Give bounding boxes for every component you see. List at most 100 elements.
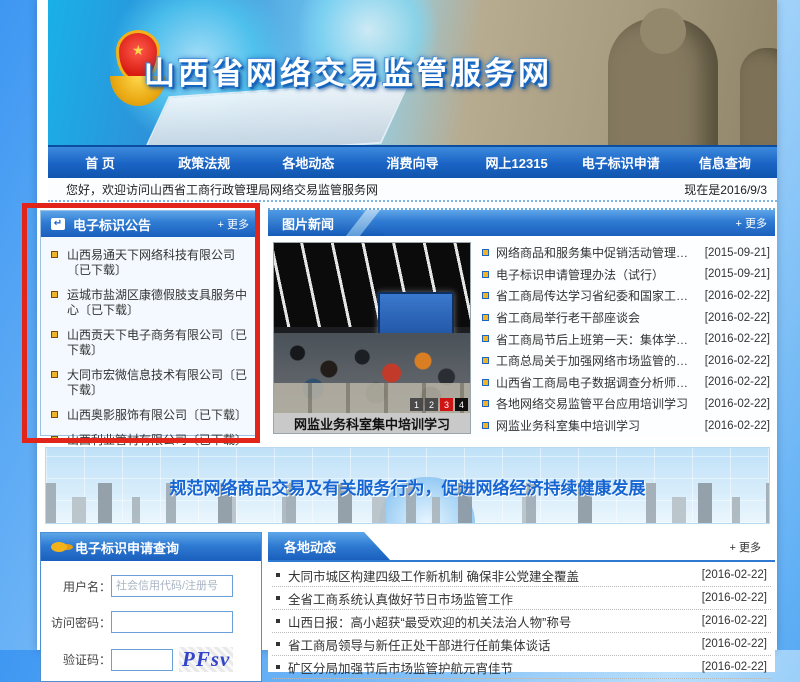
news-list-item[interactable]: 省工商局节后上班第一天：集体学习党章... [2016-02-22] — [480, 328, 770, 350]
announcement-list-item[interactable]: 运城市盐湖区康德假肢支具服务中心〔已下载〕 — [41, 283, 257, 323]
square-bullet-icon — [482, 357, 489, 364]
nav-item-local-news[interactable]: 各地动态 — [256, 147, 360, 178]
password-label: 访问密码： — [49, 614, 111, 631]
slogan-text: 规范网络商品交易及有关服务行为，促进网络经济持续健康发展 — [46, 474, 769, 499]
password-row: 访问密码： — [49, 611, 253, 633]
welcome-bar: 您好，欢迎访问山西省工商行政管理局网络交易监管服务网 现在是2016/9/3 — [48, 178, 777, 202]
square-bullet-icon — [482, 314, 489, 321]
local-news-item[interactable]: 大同市城区构建四级工作新机制 确保非公党建全覆盖 [2016-02-22] — [272, 564, 771, 587]
square-bullet-icon — [482, 249, 489, 256]
news-list-item[interactable]: 工商总局关于加强网络市场监管的意见 [2016-02-22] — [480, 350, 770, 372]
square-bullet-icon — [276, 596, 280, 600]
local-news-item[interactable]: 山西日报：高小超获“最受欢迎的机关法治人物”称号 [2016-02-22] — [272, 610, 771, 633]
square-bullet-icon — [482, 335, 489, 342]
square-bullet-icon — [51, 331, 58, 338]
news-list-item[interactable]: 网络商品和服务集中促销活动管理暂行规... [2015-09-21] — [480, 242, 770, 264]
emark-query-header: 电子标识申请查询 — [41, 533, 261, 561]
news-date: [2016-02-22] — [705, 376, 770, 388]
news-date: [2016-02-22] — [705, 355, 770, 367]
square-bullet-icon — [51, 436, 58, 443]
square-bullet-icon — [51, 291, 58, 298]
nav-item-emark-apply[interactable]: 电子标识申请 — [569, 147, 673, 178]
local-news-list: 大同市城区构建四级工作新机制 确保非公党建全覆盖 [2016-02-22] 全省… — [272, 564, 771, 679]
local-news-header: 各地动态 + 更多 — [268, 532, 775, 562]
announcement-more-link[interactable]: + 更多 — [218, 216, 249, 232]
square-bullet-icon — [482, 292, 489, 299]
news-list-item[interactable]: 山西省工商局电子数据调查分析师认证培... [2016-02-22] — [480, 372, 770, 394]
news-date: [2016-02-22] — [702, 661, 767, 673]
panel-title: 电子标识申请查询 — [75, 538, 179, 557]
news-list-item[interactable]: 各地网络交易监管平台应用培训学习 [2016-02-22] — [480, 393, 770, 415]
square-bullet-icon — [51, 371, 58, 378]
nav-item-info-query[interactable]: 信息查询 — [673, 147, 777, 178]
captcha-row: 验证码： PFsv — [49, 647, 253, 672]
news-date: [2016-02-22] — [702, 569, 767, 581]
username-input[interactable] — [111, 575, 233, 597]
nav-item-consumer-guide[interactable]: 消费向导 — [360, 147, 464, 178]
pager-2[interactable]: 2 — [425, 398, 438, 411]
news-date: [2015-09-21] — [705, 268, 770, 280]
announcement-list-item[interactable]: 大同市宏微信息技术有限公司〔已下载〕 — [41, 363, 257, 403]
nav-item-online-12315[interactable]: 网上12315 — [465, 147, 569, 178]
local-news-more-link[interactable]: + 更多 — [730, 539, 761, 555]
captcha-image[interactable]: PFsv — [179, 647, 233, 672]
square-bullet-icon — [276, 642, 280, 646]
square-bullet-icon — [276, 665, 280, 669]
photo-news-section: 图片新闻 + 更多 1 2 3 4 网监业务科室集中培训学习 网络商品和服务集中… — [268, 208, 775, 437]
news-date: [2016-02-22] — [705, 312, 770, 324]
photo-pager: 1 2 3 4 — [410, 398, 468, 411]
current-date: 现在是2016/9/3 — [684, 181, 767, 198]
announcement-list-item[interactable]: 山西贡天下电子商务有限公司〔已下载〕 — [41, 323, 257, 363]
captcha-input[interactable] — [111, 649, 173, 671]
news-list: 网络商品和服务集中促销活动管理暂行规... [2015-09-21] 电子标识申… — [480, 242, 770, 433]
news-list-item[interactable]: 网监业务科室集中培训学习 [2016-02-22] — [480, 415, 770, 437]
news-list-item[interactable]: 电子标识申请管理办法（试行） [2015-09-21] — [480, 264, 770, 286]
password-input[interactable] — [111, 611, 233, 633]
captcha-label: 验证码： — [49, 651, 111, 668]
key-icon — [51, 542, 67, 552]
news-date: [2016-02-22] — [705, 333, 770, 345]
nav-item-policies[interactable]: 政策法规 — [152, 147, 256, 178]
announcement-list: 山西易通天下网络科技有限公司〔已下载〕 运城市盐湖区康德假肢支具服务中心〔已下载… — [41, 243, 257, 453]
square-bullet-icon — [276, 619, 280, 623]
site-title: 山西省网络交易监管服务网 — [144, 48, 552, 93]
emark-query-panel: 电子标识申请查询 用户名： 访问密码： 验证码： PFsv — [40, 532, 262, 682]
news-more-link[interactable]: + 更多 — [736, 215, 767, 231]
announcement-list-item[interactable]: 山西奥影服饰有限公司〔已下载〕 — [41, 403, 257, 428]
nav-item-home[interactable]: 首 页 — [48, 147, 152, 178]
square-bullet-icon — [482, 422, 489, 429]
panel-title: 图片新闻 — [282, 214, 334, 233]
local-news-panel: 各地动态 + 更多 大同市城区构建四级工作新机制 确保非公党建全覆盖 [2016… — [268, 532, 775, 672]
news-list-item[interactable]: 省工商局传达学习省纪委和国家工商总局... [2016-02-22] — [480, 285, 770, 307]
slogan-banner: 规范网络商品交易及有关服务行为，促进网络经济持续健康发展 — [45, 447, 770, 524]
buddha-statue-decor — [640, 8, 686, 54]
news-date: [2016-02-22] — [705, 420, 770, 432]
username-label: 用户名： — [49, 578, 111, 595]
news-date: [2016-02-22] — [702, 638, 767, 650]
photo-news-header: 图片新闻 + 更多 — [268, 210, 775, 236]
panel-title: 电子标识公告 — [73, 215, 151, 234]
emark-announcement-panel: ↵ 电子标识公告 + 更多 山西易通天下网络科技有限公司〔已下载〕 运城市盐湖区… — [40, 210, 258, 436]
news-date: [2015-09-21] — [705, 247, 770, 259]
square-bullet-icon — [51, 411, 58, 418]
news-date: [2016-02-22] — [702, 592, 767, 604]
buddha-statue-decor — [740, 48, 777, 145]
photo-news-image[interactable]: 1 2 3 4 网监业务科室集中培训学习 — [273, 242, 471, 434]
pager-1[interactable]: 1 — [410, 398, 423, 411]
announcement-list-item[interactable]: 山西易通天下网络科技有限公司〔已下载〕 — [41, 243, 257, 283]
local-news-item[interactable]: 省工商局领导与新任正处干部进行任前集体谈话 [2016-02-22] — [272, 633, 771, 656]
news-date: [2016-02-22] — [705, 290, 770, 302]
welcome-text: 您好，欢迎访问山西省工商行政管理局网络交易监管服务网 — [66, 181, 378, 198]
announcement-icon: ↵ — [51, 218, 65, 230]
news-date: [2016-02-22] — [702, 615, 767, 627]
square-bullet-icon — [51, 251, 58, 258]
local-news-item[interactable]: 全省工商系统认真做好节日市场监管工作 [2016-02-22] — [272, 587, 771, 610]
news-list-item[interactable]: 省工商局举行老干部座谈会 [2016-02-22] — [480, 307, 770, 329]
pager-4[interactable]: 4 — [455, 398, 468, 411]
main-navigation: 首 页 政策法规 各地动态 消费向导 网上12315 电子标识申请 信息查询 — [48, 145, 777, 178]
local-news-label-bg: 各地动态 — [268, 532, 390, 560]
local-news-item[interactable]: 矿区分局加强节后市场监管护航元宵佳节 [2016-02-22] — [272, 656, 771, 679]
square-bullet-icon — [482, 379, 489, 386]
pager-3-active[interactable]: 3 — [440, 398, 453, 411]
site-header-banner: ★ 山西省网络交易监管服务网 — [48, 0, 777, 145]
